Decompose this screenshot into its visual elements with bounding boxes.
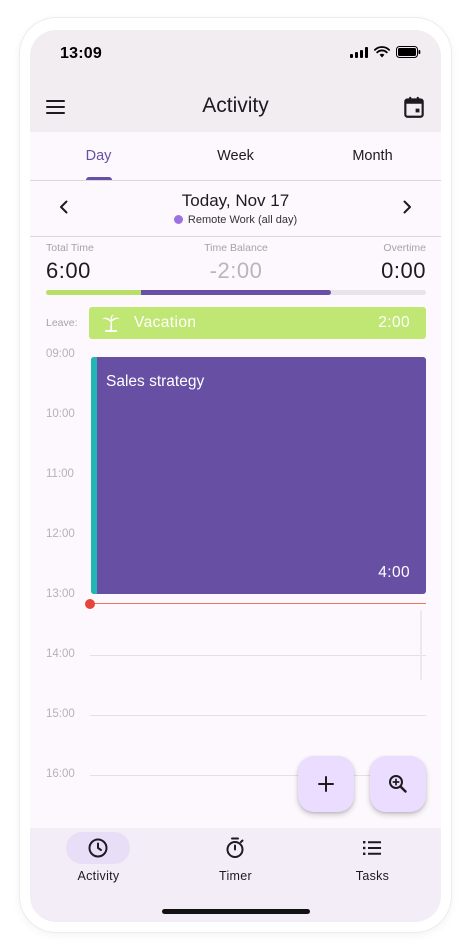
current-date[interactable]: Today, Nov 17	[30, 191, 441, 211]
status-icons	[350, 46, 421, 58]
overtime-value: 0:00	[381, 258, 426, 283]
hour-label: 13:00	[46, 588, 75, 600]
leave-type: Vacation	[134, 314, 197, 331]
tab-week[interactable]: Week	[167, 132, 304, 180]
bottom-navigation: Activity Timer Tasks	[30, 828, 441, 922]
add-activity-button[interactable]	[298, 756, 354, 812]
stopwatch-icon	[226, 837, 244, 858]
hour-gridline	[90, 715, 426, 716]
app-screen: 13:09 Activity Day Week Month Today, Nov…	[30, 30, 441, 922]
activity-event[interactable]: Sales strategy 4:00	[91, 357, 426, 594]
cellular-signal-icon	[350, 46, 368, 58]
status-time: 13:09	[60, 45, 102, 62]
tab-day[interactable]: Day	[30, 132, 167, 180]
current-time-line	[91, 603, 426, 604]
nav-timer-label: Timer	[219, 869, 252, 883]
leave-duration: 2:00	[378, 314, 410, 331]
wifi-icon	[374, 46, 390, 58]
time-balance-value: -2:00	[209, 258, 263, 283]
zoom-button[interactable]	[370, 756, 426, 812]
event-duration: 4:00	[378, 564, 410, 581]
time-progress-bar	[46, 290, 426, 295]
status-bar: 13:09	[30, 30, 441, 82]
leave-label: Leave:	[46, 317, 78, 329]
tab-month[interactable]: Month	[304, 132, 441, 180]
nav-tasks-label: Tasks	[355, 869, 390, 883]
calendar-icon[interactable]	[401, 94, 427, 120]
event-title: Sales strategy	[106, 373, 205, 390]
nav-activity-label: Activity	[77, 869, 120, 883]
hour-gridline	[90, 655, 426, 656]
day-type: Remote Work (all day)	[30, 214, 441, 226]
day-type-dot	[173, 215, 183, 224]
hour-label: 14:00	[46, 648, 75, 660]
zoom-in-icon	[389, 775, 407, 793]
scrollbar[interactable]	[420, 610, 422, 680]
progress-leave-segment	[46, 290, 141, 295]
home-indicator[interactable]	[162, 909, 310, 914]
page-title: Activity	[202, 94, 269, 117]
nav-timer[interactable]: Timer	[167, 828, 304, 898]
plus-icon	[318, 776, 334, 792]
progress-work-segment	[141, 290, 331, 295]
chevron-right-icon[interactable]	[395, 195, 419, 219]
palm-tree-icon	[102, 314, 120, 332]
hour-label: 15:00	[46, 708, 75, 720]
time-balance-label: Time Balance	[204, 242, 268, 254]
view-tabs: Day Week Month	[30, 132, 441, 181]
list-icon	[363, 841, 381, 855]
battery-icon	[396, 46, 421, 58]
nav-activity[interactable]: Activity	[30, 828, 167, 898]
date-navigator: Today, Nov 17 Remote Work (all day)	[30, 181, 441, 237]
app-bar: Activity	[30, 82, 441, 132]
event-project-stripe	[91, 357, 97, 594]
hour-label: 16:00	[46, 768, 75, 780]
hour-label: 12:00	[46, 528, 75, 540]
hour-label: 10:00	[46, 408, 75, 420]
overtime-label: Overtime	[383, 242, 426, 254]
current-time-dot	[85, 599, 95, 609]
nav-tasks[interactable]: Tasks	[304, 828, 441, 898]
clock-icon	[88, 838, 108, 858]
leave-entry[interactable]: Vacation 2:00	[89, 307, 426, 339]
day-type-label: Remote Work (all day)	[187, 214, 298, 226]
hour-label: 09:00	[46, 348, 75, 360]
hour-label: 11:00	[46, 468, 74, 480]
